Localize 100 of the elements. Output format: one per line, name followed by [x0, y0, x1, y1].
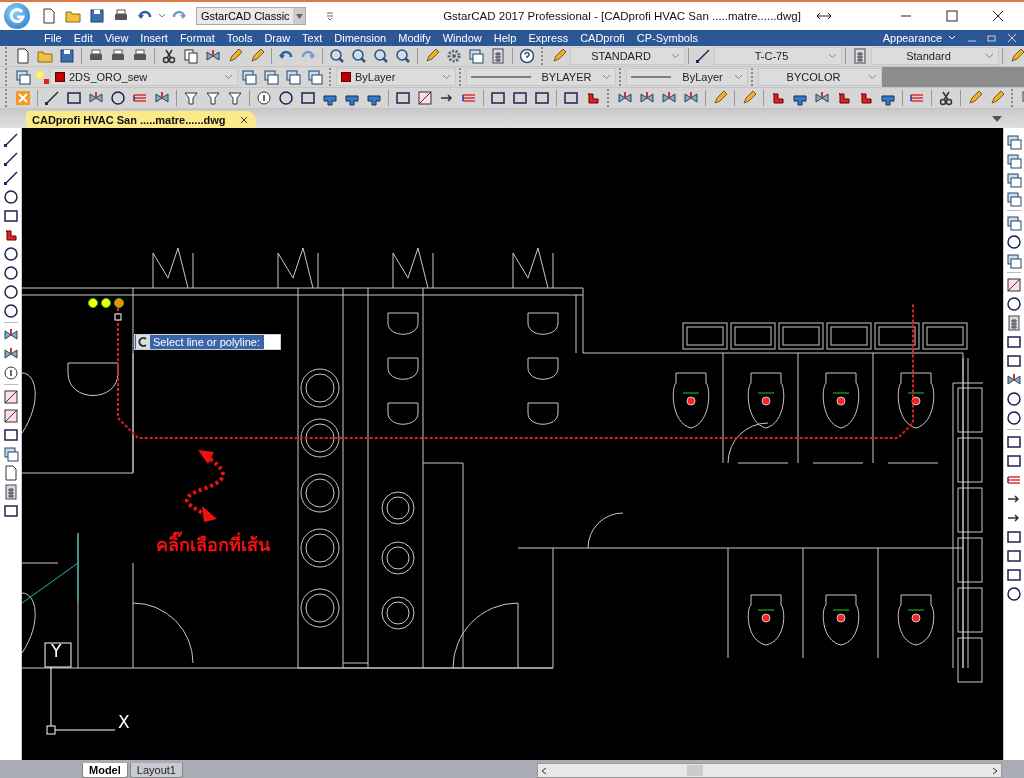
rectangle-icon[interactable]: [490, 90, 506, 106]
menu-item[interactable]: Modify: [392, 30, 437, 46]
valve-icon[interactable]: [2, 345, 19, 362]
windows-icon[interactable]: [285, 69, 301, 85]
layout-tab[interactable]: Layout1: [129, 763, 183, 778]
zoom-icon[interactable]: [395, 48, 411, 64]
close-icon[interactable]: [239, 115, 248, 124]
workspace-dropdown[interactable]: GstarCAD Classic: [196, 7, 306, 25]
cut-icon[interactable]: [938, 90, 954, 106]
line-icon[interactable]: [2, 169, 19, 186]
circle-icon[interactable]: [256, 90, 272, 106]
pencil-icon[interactable]: [712, 90, 728, 106]
menu-item[interactable]: Draw: [258, 30, 297, 46]
scroll-right-icon[interactable]: [992, 766, 998, 775]
menu-item[interactable]: Window: [436, 30, 488, 46]
rectangle-icon[interactable]: [1006, 547, 1022, 564]
valve-icon[interactable]: [661, 90, 677, 106]
menu-item[interactable]: Format: [173, 30, 221, 46]
hatch-icon[interactable]: [2, 388, 19, 405]
rectangle-icon[interactable]: [1006, 352, 1022, 369]
menu-item[interactable]: CADprofi: [574, 30, 631, 46]
pencil-icon[interactable]: [741, 90, 757, 106]
rectangle-icon[interactable]: [1006, 433, 1022, 450]
circle-icon[interactable]: [1006, 233, 1022, 250]
circle-icon[interactable]: [2, 245, 19, 262]
menu-item[interactable]: File: [38, 30, 68, 46]
circle-icon[interactable]: [110, 90, 126, 106]
caret-icon[interactable]: [158, 13, 166, 19]
pipe-elbow-icon[interactable]: [836, 90, 852, 106]
circle-icon[interactable]: [2, 264, 19, 281]
menu-item[interactable]: Tools: [220, 30, 259, 46]
windows-icon[interactable]: [468, 48, 484, 64]
plot-style-dropdown[interactable]: BYCOLOR: [758, 68, 882, 86]
restore-icon[interactable]: [987, 33, 997, 43]
windows-icon[interactable]: [307, 69, 323, 85]
calculator-icon[interactable]: [852, 48, 868, 64]
appearance-menu[interactable]: Appearance: [876, 30, 948, 46]
close-icon[interactable]: [992, 10, 1004, 22]
scrollbar-thumb[interactable]: [687, 765, 703, 776]
windows-icon[interactable]: [1006, 171, 1022, 188]
input-field[interactable]: [264, 335, 280, 349]
rectangle-icon[interactable]: [563, 90, 579, 106]
circle-icon[interactable]: [2, 283, 19, 300]
pencil-icon[interactable]: [1009, 48, 1024, 64]
calculator-icon[interactable]: [2, 483, 19, 500]
selected-polyline[interactable]: [117, 302, 914, 439]
lineweight-dropdown[interactable]: ByLayer: [626, 68, 748, 86]
circle-icon[interactable]: [1006, 409, 1022, 426]
folder-icon[interactable]: [65, 8, 81, 24]
valve-icon[interactable]: [683, 90, 699, 106]
pipe-elbow-icon[interactable]: [585, 90, 601, 106]
valve-icon[interactable]: [154, 90, 170, 106]
table-style-dropdown[interactable]: Standard: [871, 47, 999, 65]
calculator-icon[interactable]: [490, 48, 506, 64]
menu-item[interactable]: Express: [522, 30, 575, 46]
valve-icon[interactable]: [88, 90, 104, 106]
circle-icon[interactable]: [1006, 295, 1022, 312]
windows-icon[interactable]: [1006, 190, 1022, 207]
document-icon[interactable]: [41, 8, 57, 24]
gear-icon[interactable]: [446, 48, 462, 64]
valve-icon[interactable]: [814, 90, 830, 106]
document-tab[interactable]: CADprofi HVAC San .....matre......dwg: [26, 111, 256, 128]
menu-item[interactable]: CP-Symbols: [630, 30, 704, 46]
pencil-icon[interactable]: [989, 90, 1005, 106]
help-icon[interactable]: [519, 48, 535, 64]
line-icon[interactable]: [2, 150, 19, 167]
calculator-icon[interactable]: [1006, 314, 1022, 331]
pencil-icon[interactable]: [249, 48, 265, 64]
windows-icon[interactable]: [241, 69, 257, 85]
dropdown-arrow-icon[interactable]: [992, 116, 1002, 122]
menu-item[interactable]: Edit: [67, 30, 99, 46]
rectangle-icon[interactable]: [534, 90, 550, 106]
horizontal-scrollbar[interactable]: [537, 763, 1002, 778]
pipe-elbow-icon[interactable]: [770, 90, 786, 106]
circle-icon[interactable]: [2, 302, 19, 319]
rectangle-icon[interactable]: [512, 90, 528, 106]
zoom-icon[interactable]: [373, 48, 389, 64]
funnel-icon[interactable]: [205, 90, 221, 106]
dimension-style-dropdown[interactable]: T-C-75: [714, 47, 842, 65]
hatch-icon[interactable]: [2, 407, 19, 424]
menu-item[interactable]: Insert: [134, 30, 174, 46]
scroll-left-icon[interactable]: [541, 766, 547, 775]
document-icon[interactable]: [15, 48, 31, 64]
valve-icon[interactable]: [205, 48, 221, 64]
pencil-icon[interactable]: [967, 90, 983, 106]
pencil-icon[interactable]: [227, 48, 243, 64]
line-icon[interactable]: [44, 90, 60, 106]
pencil-icon[interactable]: [551, 48, 567, 64]
hatch-icon[interactable]: [1006, 276, 1022, 293]
rectangle-icon[interactable]: [2, 207, 19, 224]
zoom-icon[interactable]: [329, 48, 345, 64]
valve-icon[interactable]: [2, 326, 19, 343]
circle-icon[interactable]: [2, 188, 19, 205]
linetype-dropdown[interactable]: BYLAYER: [466, 68, 616, 86]
circle-icon[interactable]: [1006, 585, 1022, 602]
app-logo[interactable]: [4, 3, 30, 29]
menu-item[interactable]: Text: [296, 30, 329, 46]
menu-item[interactable]: View: [98, 30, 135, 46]
pipe-elbow-icon[interactable]: [858, 90, 874, 106]
valve-icon[interactable]: [1006, 371, 1022, 388]
